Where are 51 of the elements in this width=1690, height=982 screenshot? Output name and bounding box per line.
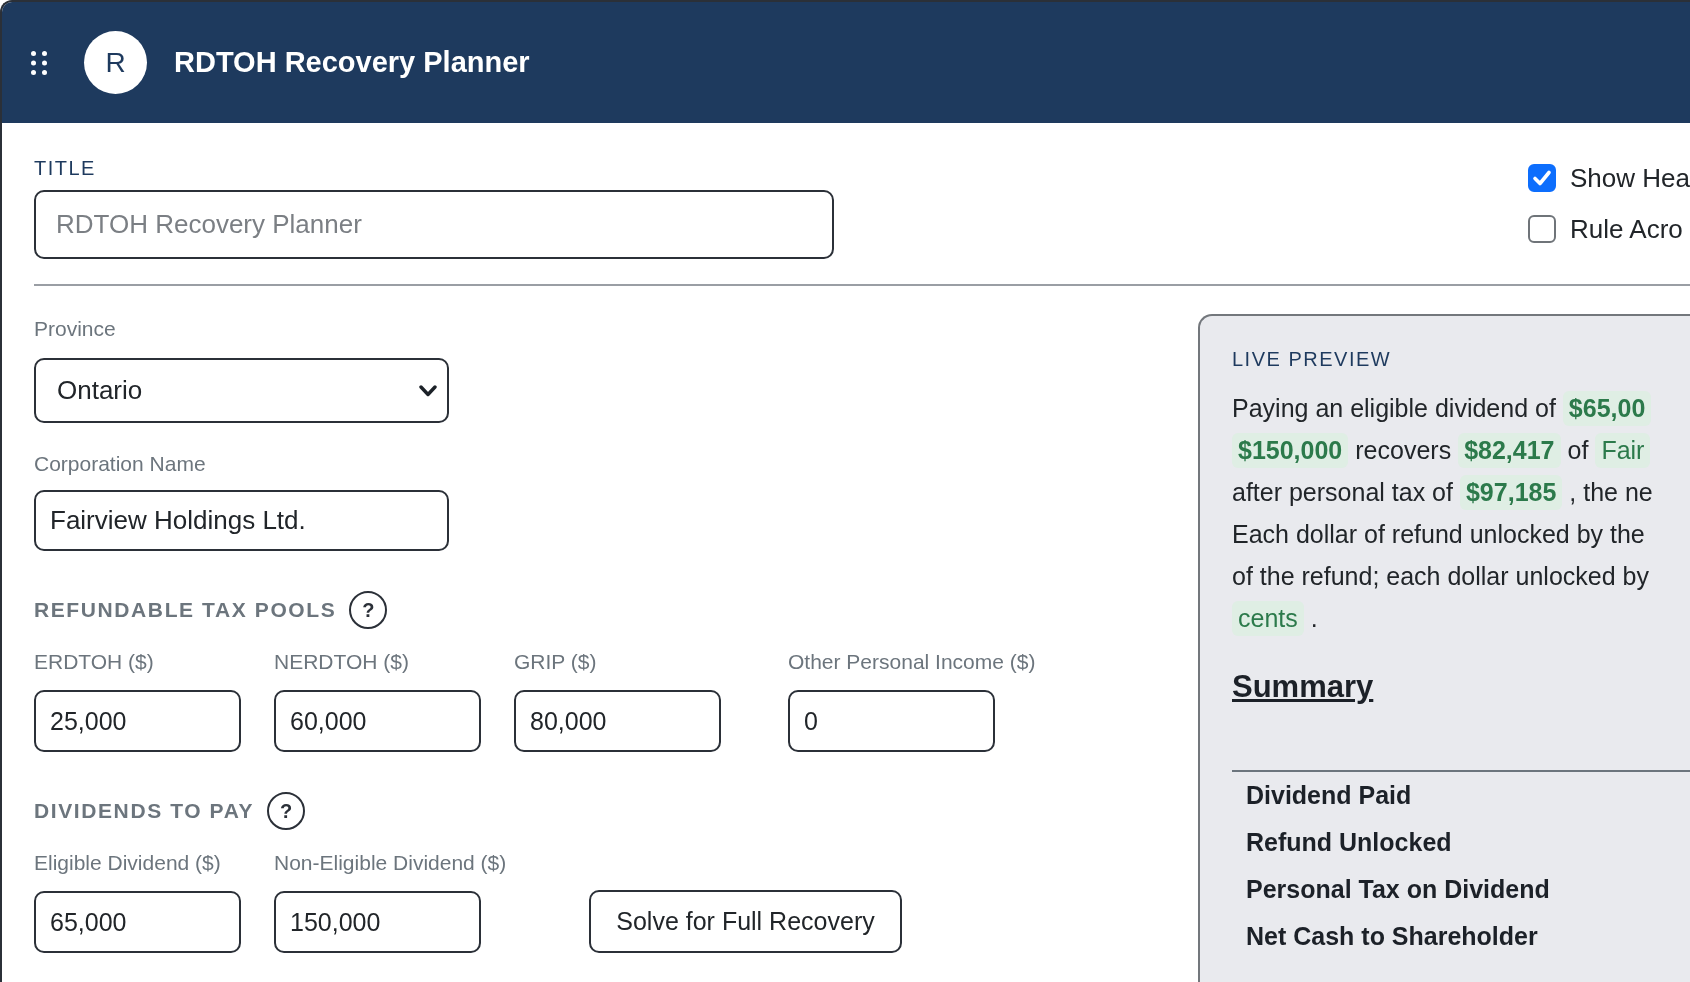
preview-text: . — [1310, 603, 1318, 633]
table-cell-text: Refund Unlocked — [1245, 827, 1453, 858]
field-label: Eligible Dividend ($) — [34, 850, 221, 876]
number-input[interactable]: 0 — [788, 690, 995, 752]
field-label: Province — [34, 316, 116, 342]
help-button[interactable]: ? — [267, 792, 306, 830]
number-input[interactable]: 150,000 — [274, 891, 481, 953]
field-label: NERDTOH ($) — [274, 649, 409, 675]
help-button[interactable]: ? — [349, 591, 388, 629]
avatar: R — [84, 31, 147, 94]
preview-text: Paying an eligible dividend of — [1232, 393, 1556, 423]
checkbox-label[interactable]: Show Hea — [1570, 163, 1690, 193]
table-cell-text: Personal Tax on Dividend — [1245, 874, 1551, 905]
highlighted-amount: $97,185 — [1459, 474, 1563, 510]
highlighted-amount: $150,000 — [1232, 432, 1349, 468]
field-label: Non-Eligible Dividend ($) — [274, 850, 507, 876]
number-input[interactable]: 80,000 — [514, 690, 721, 752]
preview-text: of the refund; each dollar unlocked by — [1232, 561, 1649, 591]
checkbox-label[interactable]: Rule Acro — [1570, 214, 1683, 244]
chevron-down-icon[interactable] — [419, 384, 437, 397]
preview-text: after personal tax of — [1232, 477, 1453, 507]
checkbox[interactable] — [1528, 164, 1557, 192]
dots-grid-icon[interactable] — [31, 50, 47, 75]
highlighted-term: cents — [1232, 600, 1304, 636]
preview-text: recovers — [1355, 435, 1452, 465]
province-select[interactable]: Ontario — [34, 358, 449, 423]
section-heading: DIVIDENDS TO PAY — [34, 799, 255, 823]
checkbox[interactable] — [1528, 215, 1557, 243]
number-input[interactable]: 25,000 — [34, 690, 241, 752]
table-cell: Dividend Paid — [1232, 771, 1690, 819]
highlighted-amount: $82,417 — [1458, 432, 1561, 468]
table-cell-text: Net Cash to Shareholder — [1245, 921, 1539, 952]
highlighted-term: Fair — [1595, 432, 1651, 468]
highlighted-amount: $65,00 — [1562, 390, 1652, 426]
field-label: GRIP ($) — [514, 649, 597, 675]
summary-heading: Summary — [1232, 669, 1374, 705]
title-input[interactable]: RDTOH Recovery Planner — [34, 190, 834, 259]
app-title: RDTOH Recovery Planner — [174, 46, 530, 79]
field-label: Other Personal Income ($) — [788, 649, 1036, 675]
preview-heading: LIVE PREVIEW — [1232, 347, 1392, 371]
field-label: TITLE — [34, 156, 96, 180]
preview-text: Each dollar of refund unlocked by the — [1232, 519, 1645, 549]
number-input[interactable]: 60,000 — [274, 690, 481, 752]
solve-button[interactable]: Solve for Full Recovery — [589, 890, 902, 953]
preview-text: of — [1567, 435, 1589, 465]
section-heading: REFUNDABLE TAX POOLS — [34, 598, 337, 622]
preview-text: , the ne — [1569, 477, 1653, 507]
text-input[interactable]: Fairview Holdings Ltd. — [34, 490, 449, 551]
field-label: ERDTOH ($) — [34, 649, 154, 675]
number-input[interactable]: 65,000 — [34, 891, 241, 953]
field-label: Corporation Name — [34, 451, 206, 477]
